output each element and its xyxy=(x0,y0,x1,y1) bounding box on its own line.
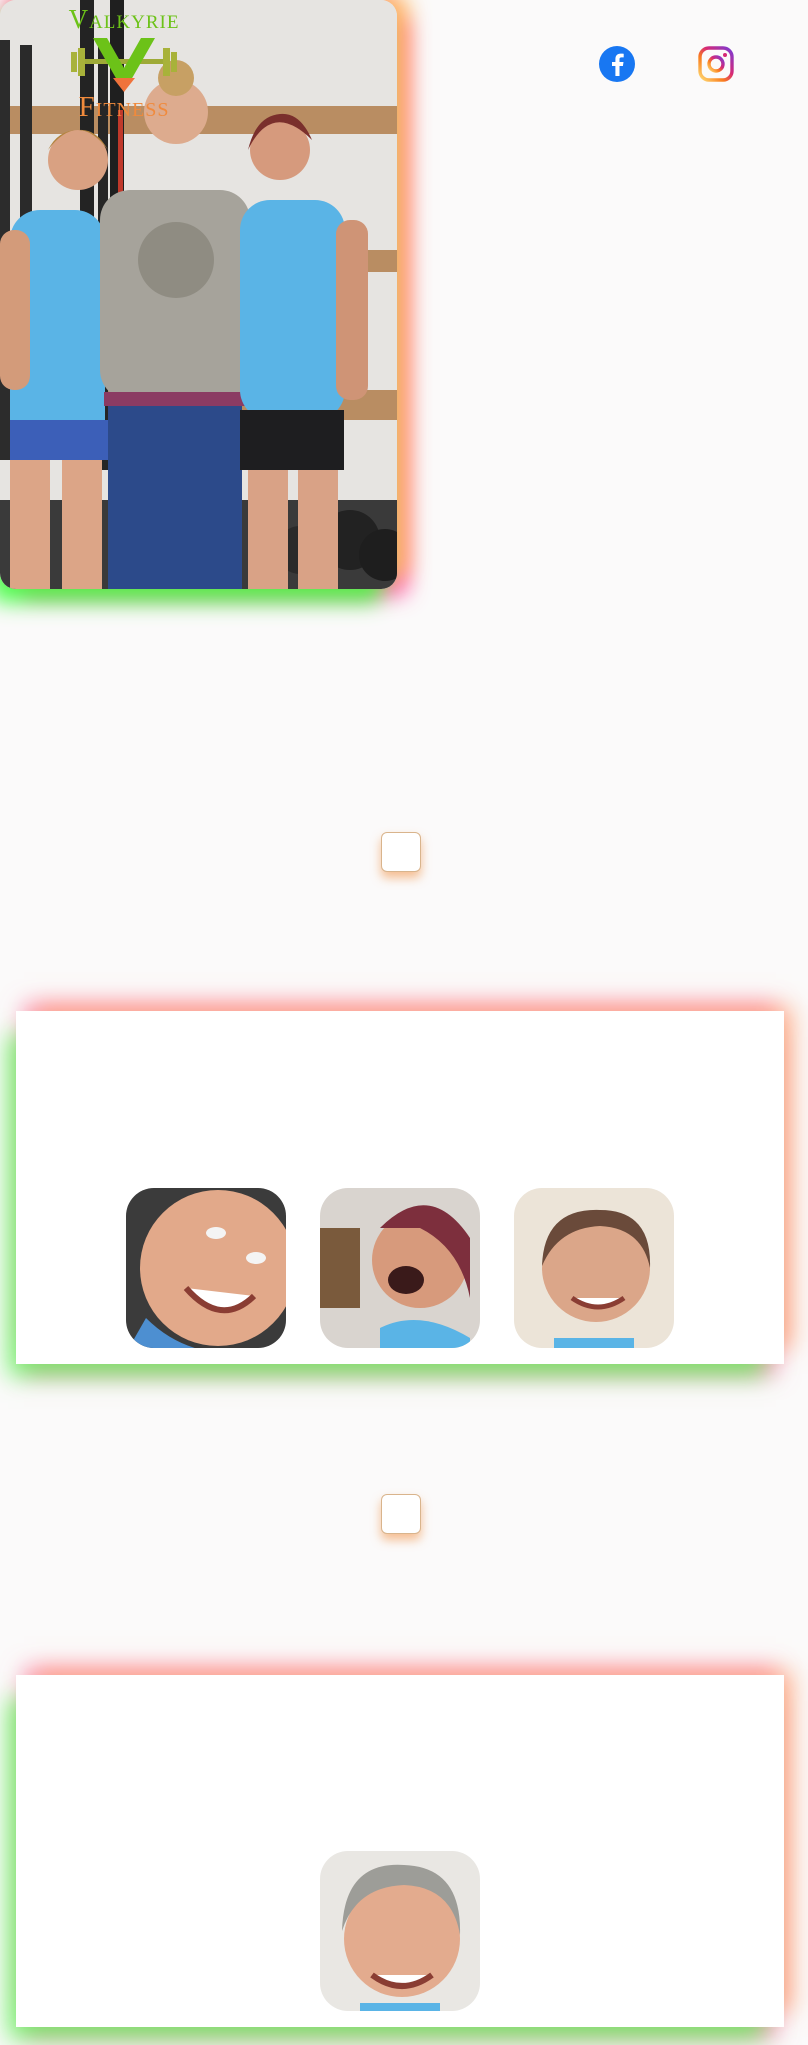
section-toggle-checkbox[interactable] xyxy=(381,832,421,872)
group-photo-illustration xyxy=(0,0,397,589)
trainer-photo-3[interactable] xyxy=(514,1188,674,1348)
logo-word-valkyrie: Valkyrie xyxy=(68,4,180,34)
section-toggle-checkbox[interactable] xyxy=(381,1494,421,1534)
hero-photo xyxy=(0,0,397,589)
logo-word-fitness: Fitness xyxy=(78,91,170,123)
facebook-icon[interactable] xyxy=(597,44,637,84)
trainer-photo-2[interactable] xyxy=(320,1188,480,1348)
trainer-photo-1[interactable] xyxy=(126,1188,286,1348)
brand-logo[interactable]: Valkyrie Fitness xyxy=(62,4,186,123)
member-photo-1[interactable] xyxy=(320,1851,480,2011)
instagram-icon[interactable] xyxy=(696,44,736,84)
barbell-v-icon xyxy=(71,38,177,92)
